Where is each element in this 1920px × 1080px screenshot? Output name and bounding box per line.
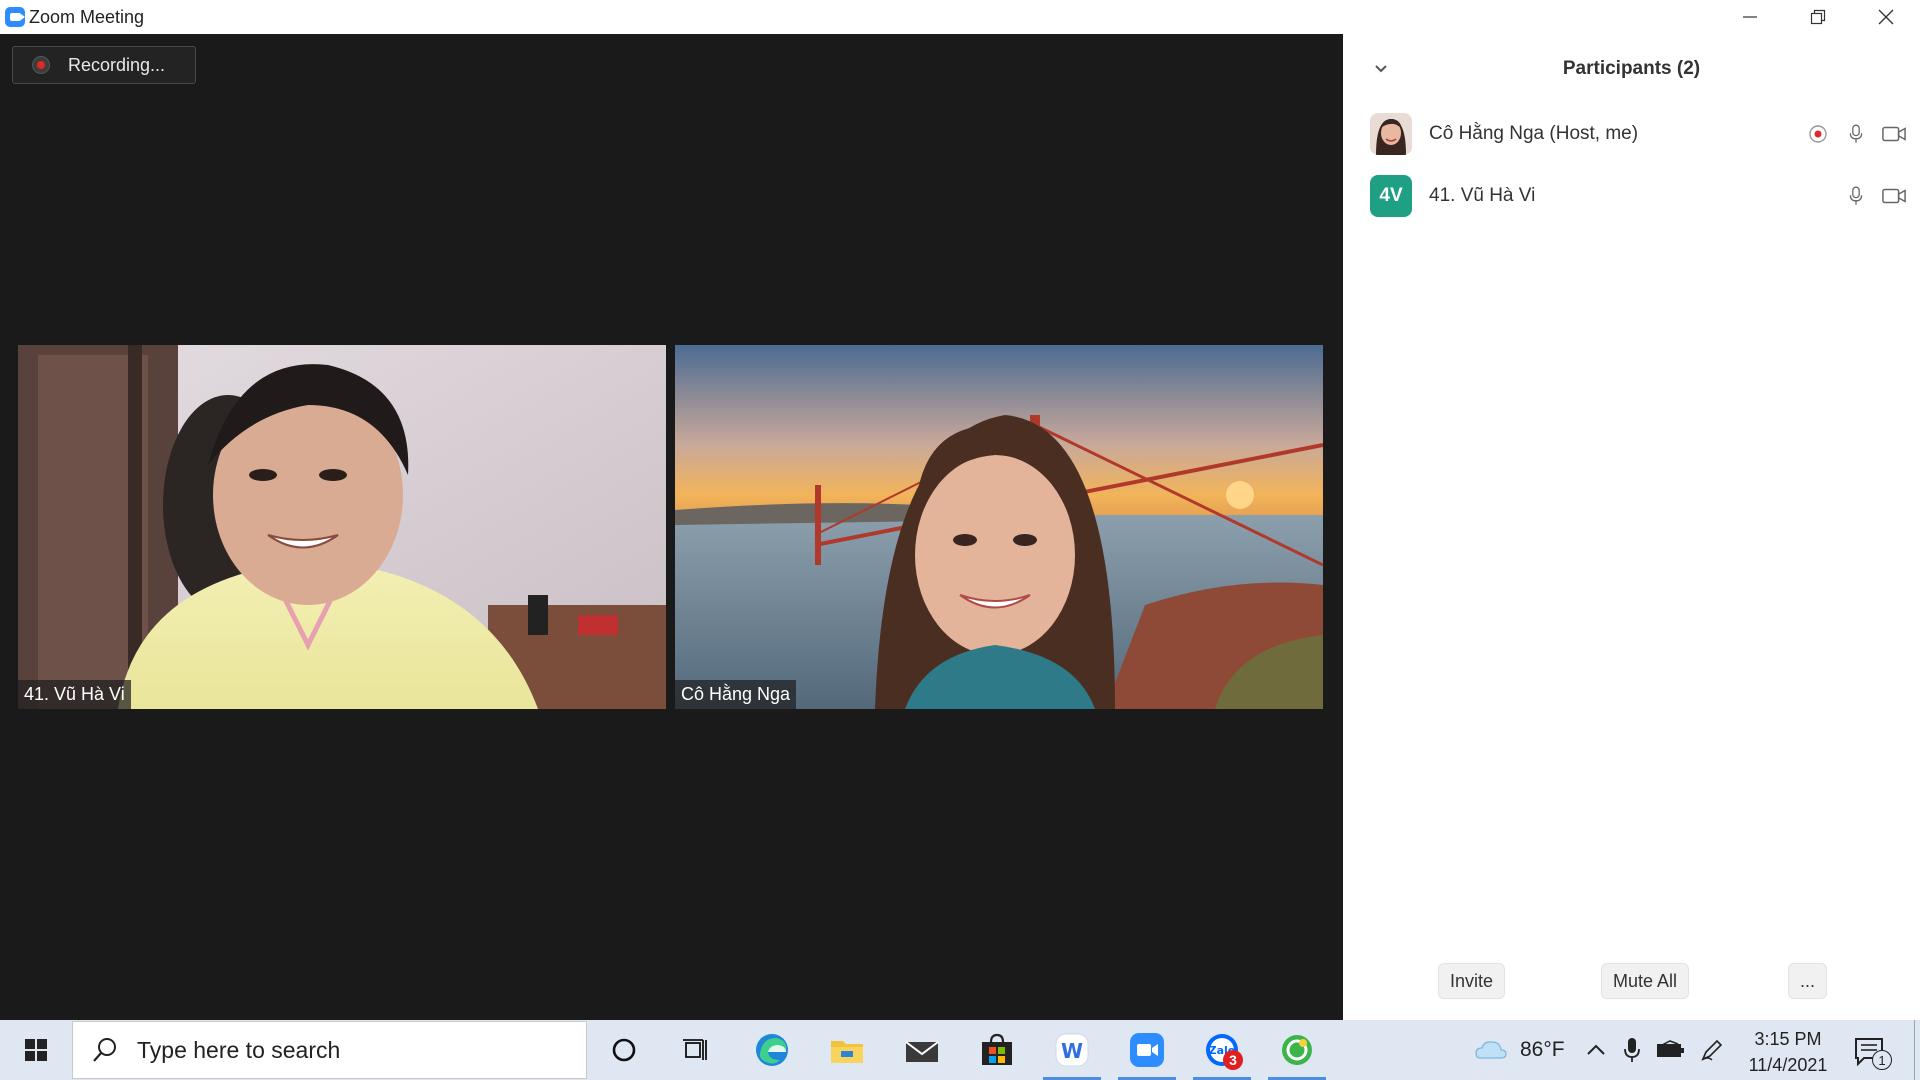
microphone-icon[interactable] [1844,122,1868,146]
minimize-button[interactable] [1716,0,1784,34]
participant-name-tag: Cô Hằng Nga [675,680,797,709]
participants-footer: Invite Mute All ... [1343,963,1920,999]
meeting-area: Recording... 41. Vũ Hà Vi Cô Hằng Nga [0,34,1343,1020]
task-view-icon[interactable] [661,1020,731,1080]
participant-row[interactable]: 4V 41. Vũ Hà Vi [1343,172,1920,220]
video-camera-icon[interactable] [1882,184,1906,208]
store-icon[interactable] [962,1020,1032,1080]
start-button[interactable] [0,1020,72,1080]
cortana-icon[interactable] [589,1020,659,1080]
video-camera-icon[interactable] [1882,122,1906,146]
avatar: 4V [1370,175,1412,217]
system-clock[interactable]: 3:15 PM 11/4/2021 [1736,1026,1840,1078]
record-icon [32,56,50,74]
recording-label: Recording... [68,54,166,75]
close-icon [1878,9,1894,25]
more-options-button[interactable]: ... [1788,963,1828,999]
restore-button[interactable] [1784,0,1852,34]
window-controls [1716,0,1920,34]
video-tile[interactable]: 41. Vũ Hà Vi [18,345,666,709]
battery-icon[interactable] [1656,1020,1686,1080]
participant-name: 41. Vũ Hà Vi [1429,185,1536,206]
zoom-icon[interactable] [1112,1020,1182,1080]
recording-indicator[interactable]: Recording... [12,46,196,84]
invite-button[interactable]: Invite [1438,963,1506,999]
mute-all-button[interactable]: Mute All [1601,963,1690,999]
recording-status-icon [1806,122,1830,146]
participant-name: Cô Hằng Nga (Host, me) [1429,123,1639,144]
green-app-icon[interactable] [1262,1020,1332,1080]
participant-status-icons [1806,122,1906,146]
chevron-down-icon[interactable] [1373,60,1389,76]
show-desktop-button[interactable] [1914,1020,1920,1080]
clock-time: 3:15 PM [1754,1029,1822,1049]
participants-title: Participants (2) [1562,58,1701,79]
chevron-up-icon [1587,1044,1605,1055]
taskbar-search[interactable]: Type here to search [72,1021,587,1079]
svg-text:W: W [1061,1039,1083,1063]
taskbar: Type here to search W Zalo 3 86°F 3:15 P… [0,1020,1920,1080]
zalo-icon[interactable]: Zalo 3 [1187,1020,1257,1080]
close-button[interactable] [1852,0,1920,34]
pen-icon[interactable] [1700,1020,1724,1080]
windows-logo-icon [25,1039,47,1061]
edge-icon[interactable] [737,1020,807,1080]
video-feed-image [675,345,1323,709]
file-explorer-icon[interactable] [812,1020,882,1080]
window-title: Zoom Meeting [29,6,145,27]
mail-icon[interactable] [887,1020,957,1080]
participant-status-icons [1844,184,1906,208]
avatar [1370,113,1412,155]
show-hidden-icons-button[interactable] [1586,1020,1606,1080]
video-tile[interactable]: Cô Hằng Nga [675,345,1323,709]
clock-date: 11/4/2021 [1748,1055,1828,1075]
weather-temperature: 86°F [1520,1038,1565,1061]
microphone-tray-icon[interactable] [1624,1020,1640,1080]
weather-widget[interactable]: 86°F [1474,1020,1565,1080]
participants-header: Participants (2) [1343,52,1920,86]
search-icon [93,1038,116,1062]
participant-row[interactable]: Cô Hằng Nga (Host, me) [1343,110,1920,158]
microphone-icon[interactable] [1844,184,1868,208]
notification-badge: 3 [1223,1050,1243,1070]
wps-writer-icon[interactable]: W [1037,1020,1107,1080]
minimize-icon [1743,16,1757,18]
participants-panel: Participants (2) Cô Hằng Nga (Host, me) [1343,0,1920,1020]
participant-name-tag: 41. Vũ Hà Vi [18,680,131,709]
zoom-app-icon [5,7,25,27]
notification-count: 1 [1872,1050,1892,1070]
title-bar: Zoom Meeting [0,0,1343,34]
restore-icon [1810,9,1826,25]
video-feed-image [18,345,666,709]
search-placeholder: Type here to search [137,1036,341,1063]
weather-cloud-icon [1475,1041,1507,1059]
